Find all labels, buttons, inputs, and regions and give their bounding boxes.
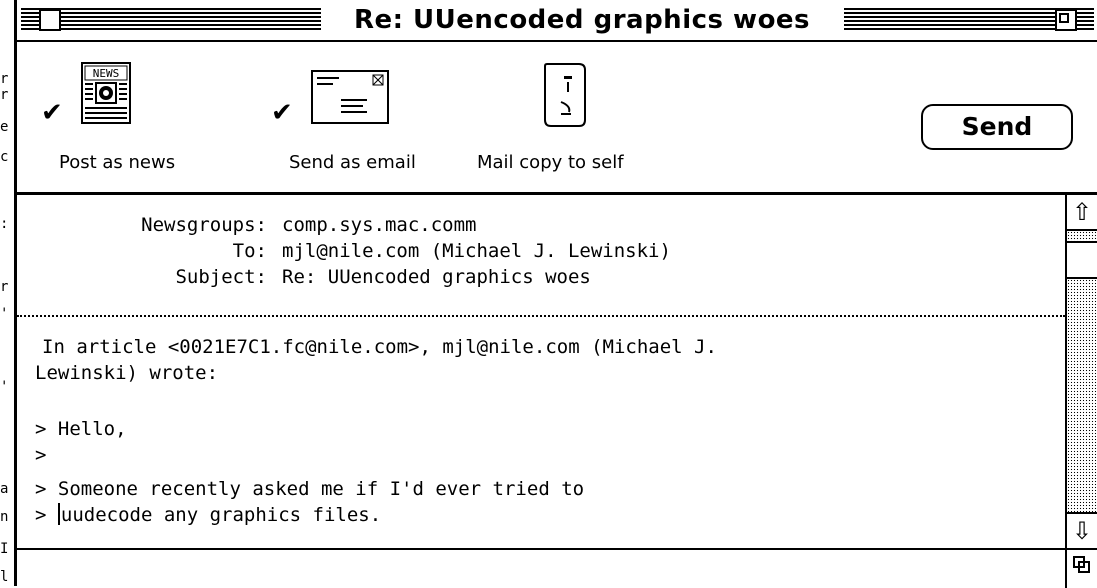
scroll-thumb[interactable] [1067,241,1097,279]
background-text-fragment: l [0,569,9,585]
subject-label: Subject: [175,266,267,288]
post-as-news-toggle[interactable]: ✔ NEWS Post as news [39,62,209,182]
body-line: > Someone recently asked me if I'd ever … [35,478,585,500]
face-icon [544,63,586,127]
quote-prefix: > [35,504,58,526]
background-window-edge[interactable]: r r e c : r ' ' a n I l [0,0,14,586]
title-bar-stripes-left [21,8,321,32]
message-headers: Newsgroups: comp.sys.mac.comm To: mjl@ni… [17,195,1065,317]
envelope-icon [311,70,389,124]
grow-box-icon[interactable] [1065,550,1097,588]
scroll-up-arrow-icon[interactable]: ⇧ [1067,195,1097,231]
background-text-fragment: a [0,481,9,497]
body-line: > uudecode any graphics files. [35,502,381,528]
newsgroups-row: Newsgroups: comp.sys.mac.comm [17,212,1057,238]
background-text-fragment: : [0,216,9,232]
close-box-button[interactable] [39,9,61,31]
message-window: Re: UUencoded graphics woes ✔ NEWS Post … [14,0,1097,588]
body-line: Lewinski) wrote: [35,362,219,384]
post-as-news-label: Post as news [59,152,176,173]
body-line: In article <0021E7C1.fc@nile.com>, mjl@n… [42,336,717,358]
send-button[interactable]: Send [921,104,1073,150]
background-text-fragment: ' [0,379,9,395]
body-line-text: uudecode any graphics files. [60,504,382,526]
vertical-scrollbar[interactable]: ⇧ ⇩ [1065,195,1097,548]
background-text-fragment: ' [0,306,9,322]
background-text-fragment: r [0,279,9,295]
newspaper-icon: NEWS [81,62,131,124]
newsgroups-field[interactable]: comp.sys.mac.comm [282,212,476,238]
svg-text:NEWS: NEWS [93,67,120,80]
window-bottom-strip [17,548,1097,588]
background-text-fragment: I [0,541,9,557]
check-mark-icon: ✔ [41,98,63,128]
subject-field[interactable]: Re: UUencoded graphics woes [282,264,591,290]
to-field[interactable]: mjl@nile.com (Michael J. Lewinski) [282,238,671,264]
to-label: To: [232,240,267,262]
text-cursor [57,503,60,525]
send-as-email-label: Send as email [289,152,416,173]
window-title: Re: UUencoded graphics woes [322,4,842,36]
to-row: To: mjl@nile.com (Michael J. Lewinski) [17,238,1057,264]
mail-copy-to-self-toggle[interactable]: Mail copy to self [477,62,697,182]
body-line: > [35,444,47,466]
toolbar: ✔ NEWS Post as news ✔ Send as email Mail… [17,42,1097,195]
background-text-fragment: c [0,149,9,165]
message-body-textarea[interactable]: In article <0021E7C1.fc@nile.com>, mjl@n… [17,318,1065,546]
background-text-fragment: n [0,509,9,525]
check-mark-icon: ✔ [271,98,293,128]
scroll-down-arrow-icon[interactable]: ⇩ [1067,512,1097,548]
send-as-email-toggle[interactable]: ✔ Send as email [267,62,457,182]
newsgroups-label: Newsgroups: [141,214,267,236]
subject-row: Subject: Re: UUencoded graphics woes [17,264,1057,290]
mail-copy-to-self-label: Mail copy to self [477,152,624,173]
title-bar[interactable]: Re: UUencoded graphics woes [17,0,1097,42]
body-line: > Hello, [35,418,127,440]
background-text-fragment: r [0,87,9,103]
background-text-fragment: e [0,119,9,135]
zoom-box-button[interactable] [1055,9,1077,31]
